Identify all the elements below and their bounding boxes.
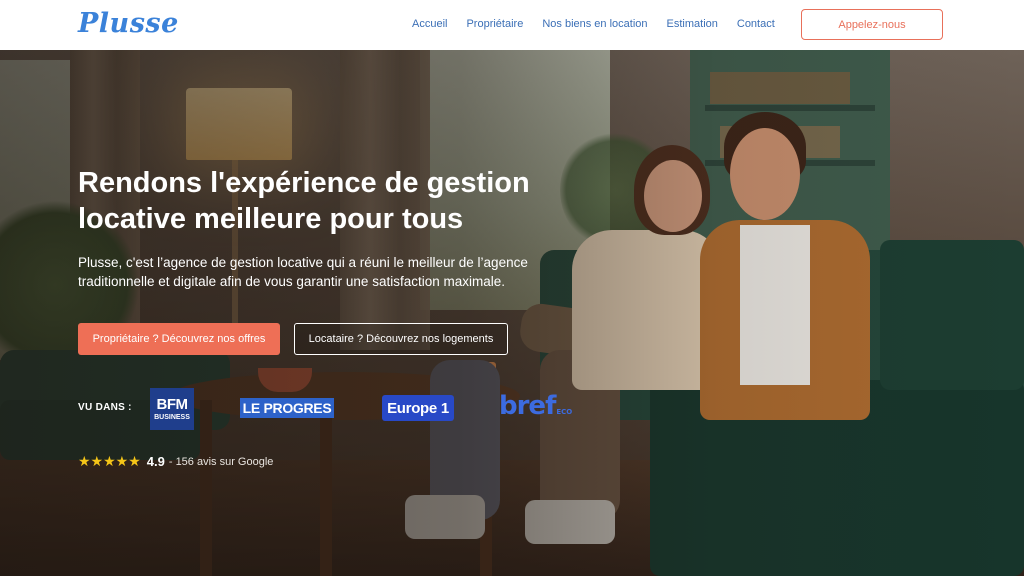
le-progres-logo: LE PROGRES [240, 398, 334, 418]
star-rating-icon: ★★★★★ [78, 453, 141, 469]
press-label: VU DANS : [78, 402, 132, 413]
call-us-button[interactable]: Appelez-nous [801, 9, 943, 40]
tenant-listings-button[interactable]: Locataire ? Découvrez nos logements [294, 323, 508, 355]
bfm-business-logo: BFM BUSINESS [150, 388, 194, 430]
nav-link-accueil[interactable]: Accueil [412, 18, 447, 30]
google-rating: ★★★★★ 4.9 - 156 avis sur Google [78, 453, 273, 470]
main-nav: Accueil Propriétaire Nos biens en locati… [412, 18, 794, 30]
hero-description: Plusse, c'est l’agence de gestion locati… [78, 255, 528, 289]
owner-offers-button[interactable]: Propriétaire ? Découvrez nos offres [78, 323, 280, 355]
nav-link-contact[interactable]: Contact [737, 18, 775, 30]
hero-title-line2: locative meilleure pour tous [78, 203, 464, 235]
hero-title: Rendons l'expérience de gestion locative… [78, 165, 638, 237]
hero-section [0, 50, 1024, 576]
hero-title-line1: Rendons l'expérience de gestion [78, 167, 530, 199]
rating-review-count: - 156 avis sur Google [168, 455, 274, 468]
rating-score: 4.9 [146, 454, 165, 469]
nav-link-proprietaire[interactable]: Propriétaire [466, 18, 523, 30]
site-header: Plusse Accueil Propriétaire Nos biens en… [0, 0, 1024, 50]
nav-link-biens-location[interactable]: Nos biens en location [542, 18, 647, 30]
hero-dark-overlay [0, 50, 1024, 576]
nav-link-estimation[interactable]: Estimation [667, 18, 718, 30]
europe1-logo: Europe 1 [382, 395, 454, 421]
bref-eco-logo: brefECO [499, 391, 573, 421]
site-logo[interactable]: Plusse [78, 8, 179, 39]
